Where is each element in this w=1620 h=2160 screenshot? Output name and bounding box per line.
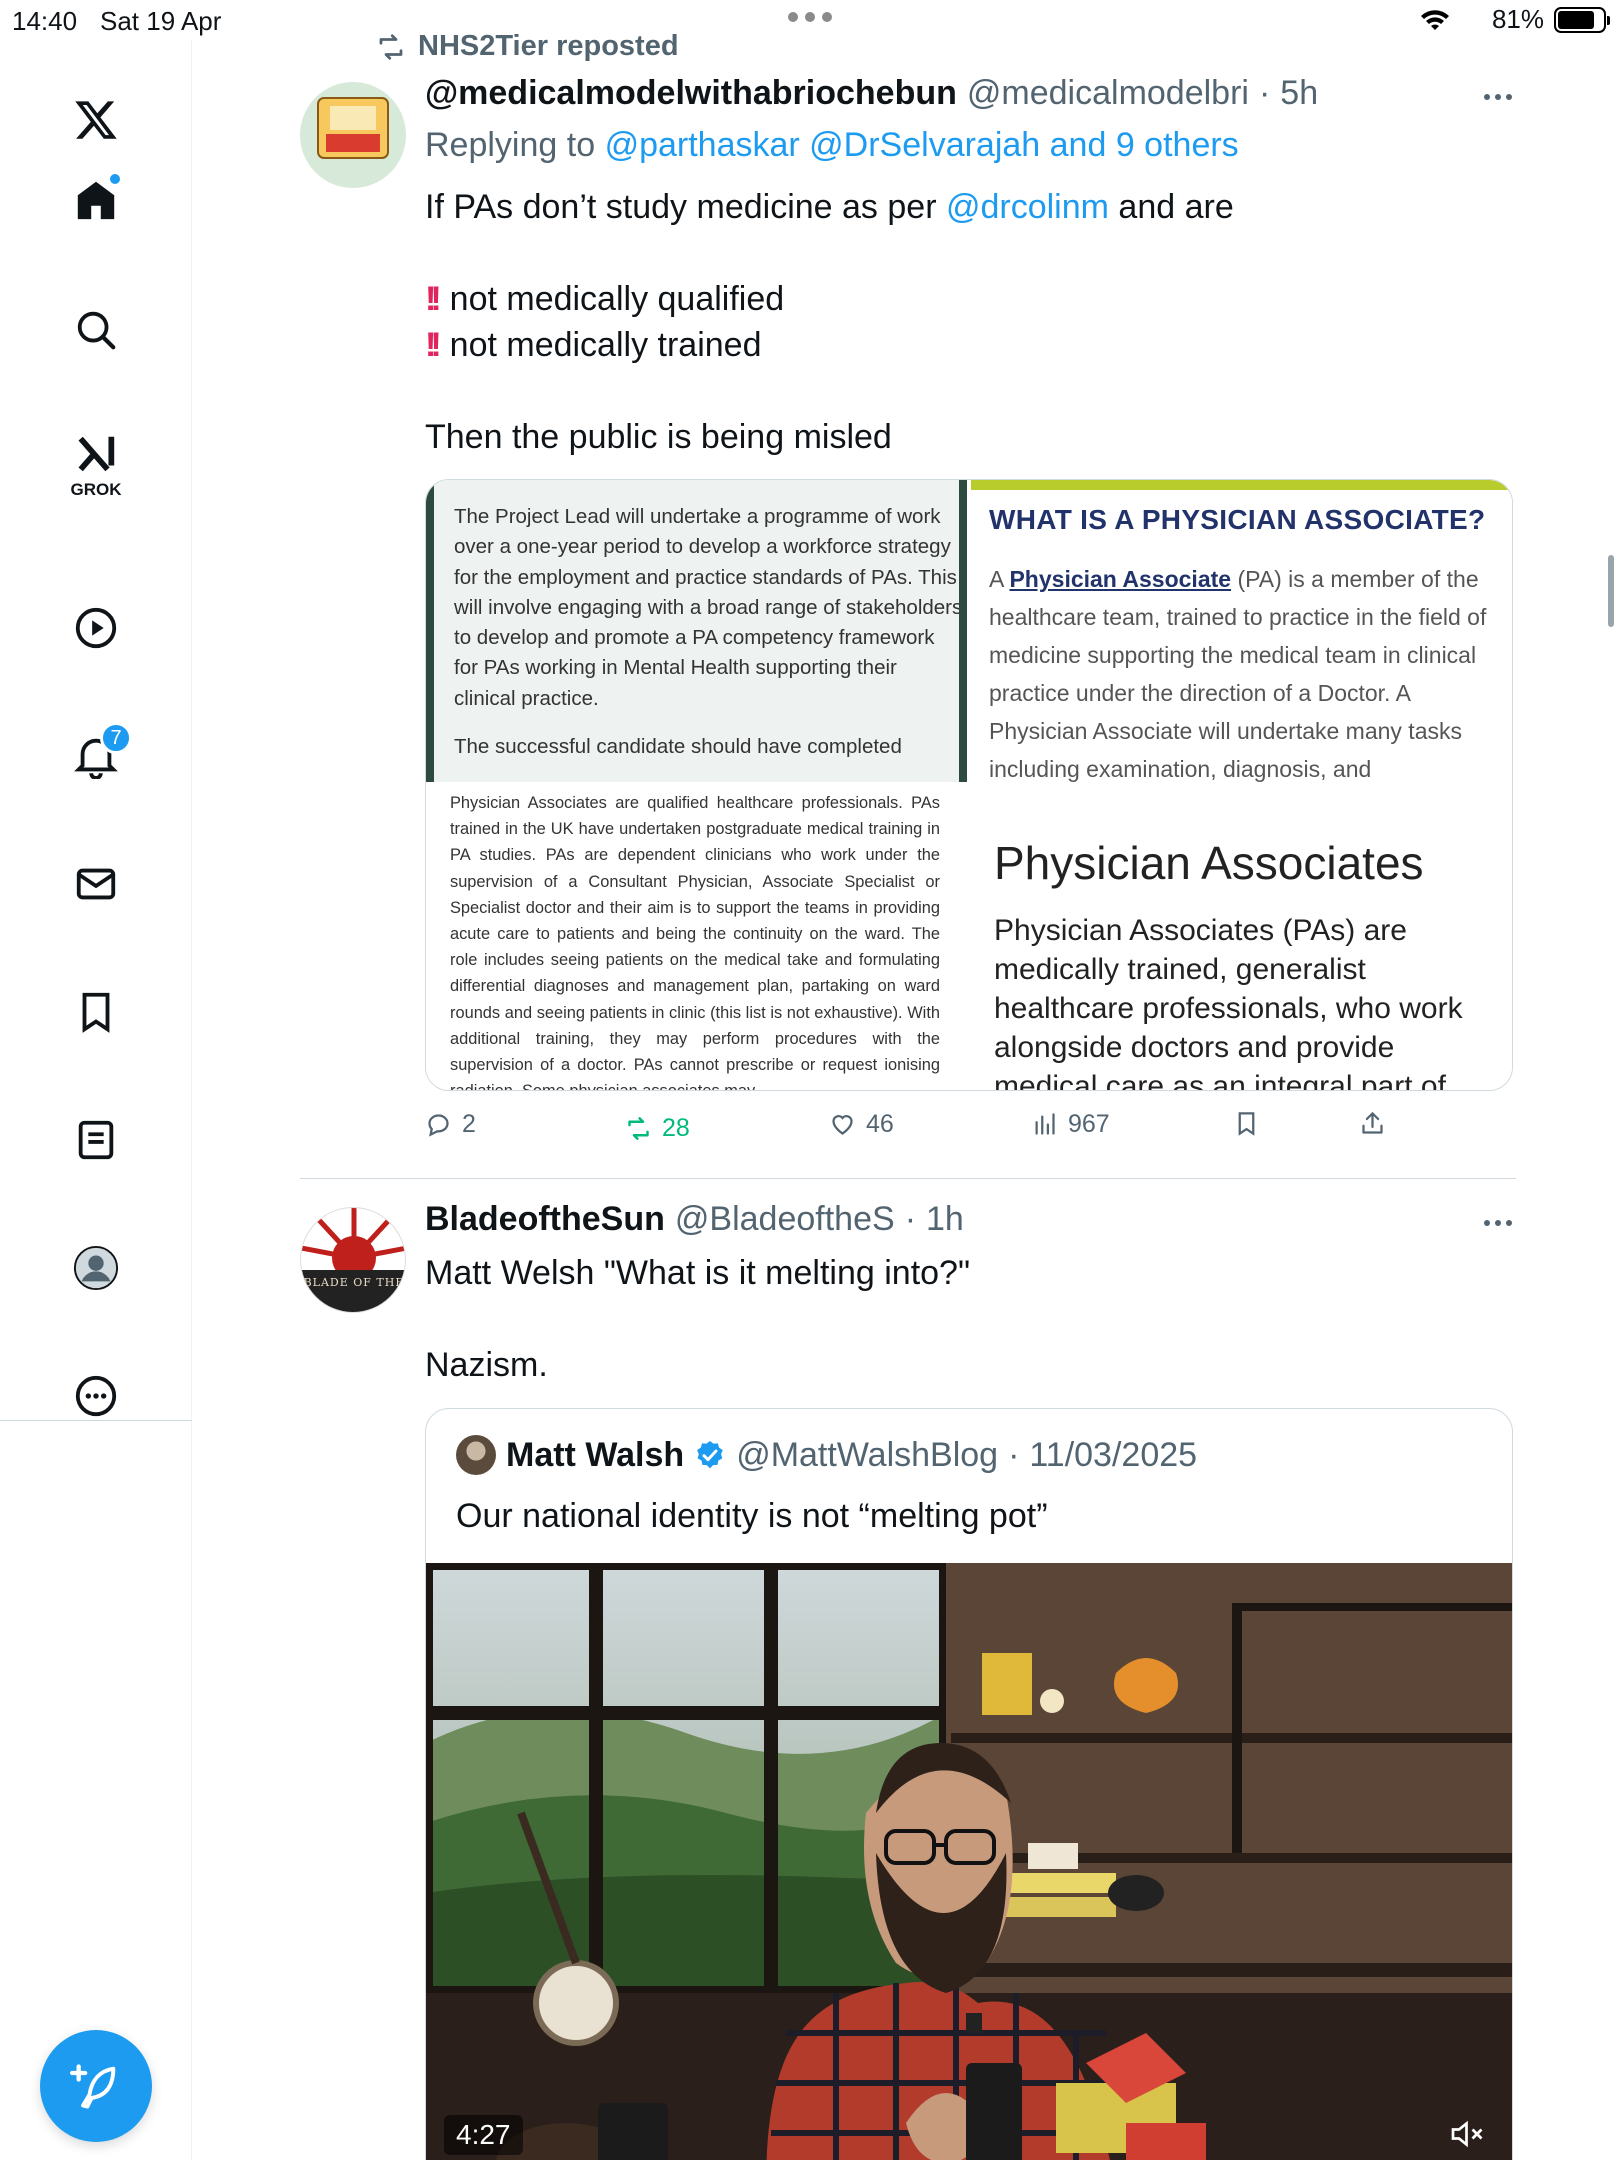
quote-text: Our national identity is not “melting po… [456,1497,1048,1535]
views-count: 967 [1068,1110,1110,1138]
quote-avatar[interactable] [456,1435,496,1475]
tweet2-author-handle[interactable]: @BladeoftheS [675,1200,895,1239]
image-1[interactable]: The Project Lead will undertake a progra… [426,480,967,782]
tweet1-timestamp[interactable]: 5h [1280,74,1318,113]
play-icon [75,607,117,649]
status-date: Sat 19 Apr [100,6,222,36]
sidebar-item-video[interactable] [66,598,126,658]
sidebar-item-home[interactable] [66,170,126,230]
exclamation-icon: !! [425,280,441,318]
multitasking-dots[interactable] [788,12,832,22]
status-time: 14:40 [12,6,78,36]
tweet2-header: BladeoftheSun @BladeoftheS · 1h [425,1200,964,1239]
tweet-divider [300,1178,1516,1179]
tweet2-timestamp[interactable]: 1h [926,1200,964,1239]
grok-icon [78,436,115,472]
tweet2-more-button[interactable] [1484,1220,1512,1226]
video-thumbnail [426,1563,1512,2160]
more-icon [75,1375,117,1417]
mention-link[interactable]: @drcolinm [946,188,1109,226]
bookmark-icon [1238,1112,1255,1136]
verified-badge-icon [697,1441,723,1469]
reply-icon [428,1114,449,1137]
tweet1-author-name[interactable]: @medicalmodelwithabriochebun [425,74,957,113]
reply-count: 2 [462,1110,476,1138]
quote-author-name[interactable]: Matt Walsh [506,1436,684,1475]
tweet1-author-handle[interactable]: @medicalmodelbri [967,74,1249,113]
quote-header: Matt Walsh @MattWalshBlog · 11/03/2025 [456,1435,1197,1475]
quote-author-handle[interactable]: @MattWalshBlog [736,1436,998,1475]
tweet2-text-line2: Nazism. [425,1346,548,1384]
tweet1-closing: Then the public is being misled [425,418,892,456]
tweet1-image-grid[interactable]: The Project Lead will undertake a progra… [425,479,1513,1091]
bookmark-button[interactable] [1233,1110,1260,1137]
compose-icon [70,2064,116,2109]
video-duration: 4:27 [444,2115,523,2155]
repost-icon [628,1117,649,1140]
repost-label: NHS2Tier reposted [418,30,679,62]
tweet1-replying-to: Replying to @parthaskar @DrSelvarajah an… [425,126,1239,164]
tweet1-actions: 2 28 46 967 [425,1110,1513,1150]
moon-icon [1463,9,1474,30]
tweet1-bullet-2: !! not medically trained [425,326,762,364]
bookmark-icon [82,992,110,1033]
sidebar-item-more[interactable] [66,1366,126,1426]
tweet1-bullet-1: !! not medically qualified [425,280,785,318]
reply-button[interactable]: 2 [425,1110,476,1139]
like-count: 46 [866,1110,894,1138]
tweet1-more-button[interactable] [1484,94,1512,100]
repost-icon [379,33,403,60]
repost-indicator[interactable]: NHS2Tier reposted [376,30,679,63]
sidebar-item-explore[interactable] [66,300,126,360]
sidebar-item-bookmarks[interactable] [66,982,126,1042]
replying-to-link[interactable]: @parthaskar @DrSelvarajah and 9 others [605,126,1239,164]
sidebar-divider [0,1420,192,1421]
compose-button[interactable] [40,2030,152,2142]
views-button[interactable]: 967 [1031,1110,1110,1139]
sidebar-item-grok[interactable] [66,424,126,484]
tweet2-author-name[interactable]: BladeoftheSun [425,1200,665,1239]
battery-icon [1554,6,1610,33]
mail-icon [76,868,116,900]
tweet2-avatar-text: BLADE OF THE [303,1276,405,1289]
x-logo-icon[interactable] [66,90,126,150]
tweet2-avatar[interactable]: BLADE OF THE [300,1207,406,1313]
grok-label: GROK [70,480,122,499]
views-icon [1035,1113,1055,1135]
share-button[interactable] [1359,1110,1386,1137]
share-icon [1362,1112,1383,1134]
sidebar-item-profile[interactable] [66,1238,126,1298]
sidebar-item-messages[interactable] [66,854,126,914]
mute-icon[interactable] [1450,2119,1486,2149]
wifi-icon [1420,9,1449,30]
image-4[interactable]: Physician Associates Physician Associate… [971,786,1512,1090]
like-button[interactable]: 46 [829,1110,894,1139]
tweet1-header: @medicalmodelwithabriochebun @medicalmod… [425,74,1319,113]
repost-count: 28 [662,1114,690,1142]
tweet1-avatar[interactable] [300,82,406,188]
tweet2-text-line1: Matt Welsh "What is it melting into?" [425,1254,971,1292]
sidebar-item-notifications[interactable]: 7 [66,722,132,786]
quoted-tweet[interactable]: Matt Walsh @MattWalshBlog · 11/03/2025 O… [425,1408,1513,2160]
tweet1-text-line1: If PAs don’t study medicine as per @drco… [425,188,1234,226]
sidebar-item-lists[interactable] [66,1110,126,1170]
status-right: 81% [1420,4,1610,35]
repost-button[interactable]: 28 [625,1114,690,1143]
quote-date[interactable]: 11/03/2025 [1029,1436,1197,1475]
quote-video[interactable]: 4:27 [426,1563,1512,2160]
home-unread-dot [108,172,122,186]
sidebar: GROK 7 [0,40,192,2160]
image-3[interactable]: Physician Associates are qualified healt… [426,786,967,1090]
list-icon [78,1120,114,1160]
exclamation-icon: !! [425,326,441,364]
status-bar: 14:40 Sat 19 Apr 81% [0,0,1620,40]
search-icon [77,311,116,350]
scrollbar[interactable] [1608,555,1614,627]
image-2[interactable]: WHAT IS A PHYSICIAN ASSOCIATE? A Physici… [971,480,1512,782]
battery-percent: 81% [1491,4,1544,34]
avatar [73,1245,119,1291]
heart-icon [832,1115,853,1135]
notifications-badge: 7 [100,722,132,754]
